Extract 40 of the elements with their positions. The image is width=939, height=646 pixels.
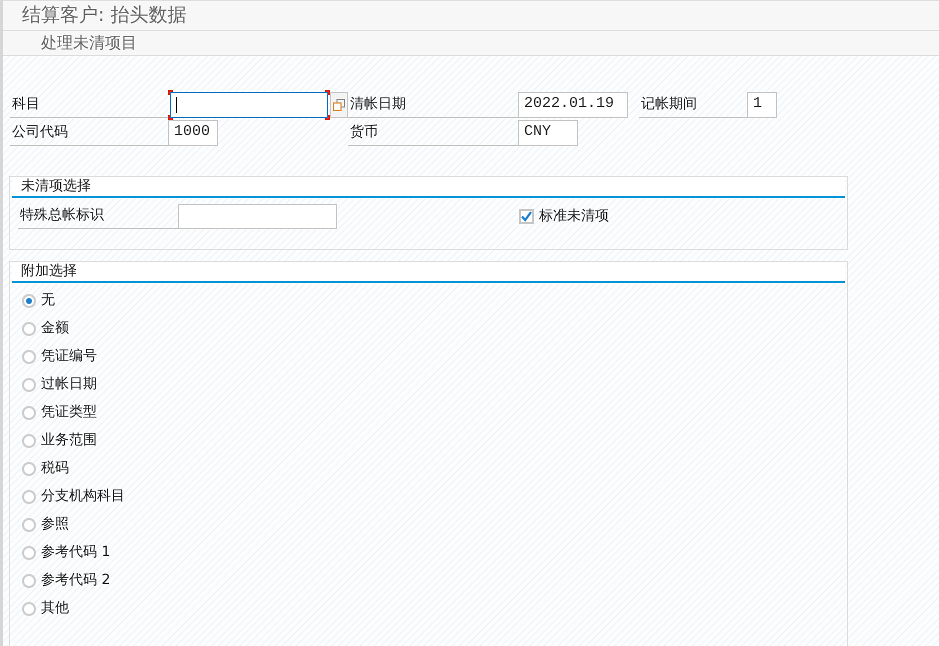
radio-button[interactable] (22, 574, 36, 588)
radio-label: 金额 (41, 319, 69, 338)
radio-button[interactable] (22, 294, 36, 308)
radio-button[interactable] (22, 434, 36, 448)
radio-label: 其他 (41, 599, 69, 618)
radio-button[interactable] (22, 518, 36, 532)
text-cursor-icon (176, 96, 177, 112)
squares-icon (333, 98, 345, 110)
toolbar-button[interactable]: 处理未清项目 (41, 30, 137, 54)
input-field[interactable] (168, 90, 330, 120)
input-field[interactable]: CNY (518, 120, 578, 146)
radio-button[interactable] (22, 322, 36, 336)
section-header: 附加选择 (12, 262, 845, 282)
page-title: 结算客户: 抬头数据 (22, 3, 186, 28)
radio-button[interactable] (22, 406, 36, 420)
radio-button[interactable] (22, 546, 36, 560)
radio-button[interactable] (22, 602, 36, 616)
radio-label: 参照 (41, 515, 69, 534)
input-field[interactable]: 1000 (168, 120, 218, 146)
radio-label: 分支机构科目 (41, 487, 125, 506)
radio-label: 参考代码 2 (41, 571, 110, 590)
radio-label: 凭证编号 (41, 347, 97, 366)
checkbox[interactable] (519, 208, 534, 224)
radio-label: 无 (41, 291, 55, 310)
radio-button[interactable] (22, 350, 36, 364)
radio-label: 税码 (41, 459, 69, 478)
radio-label: 过帐日期 (41, 375, 97, 394)
input-field[interactable]: 2022.01.19 (518, 92, 628, 118)
radio-button[interactable] (22, 378, 36, 392)
input-field[interactable]: 1 (747, 92, 777, 118)
input-field[interactable] (178, 204, 337, 228)
section-header: 未清项选择 (12, 176, 845, 198)
radio-button[interactable] (22, 462, 36, 476)
radio-label: 业务范围 (41, 431, 97, 450)
radio-label: 参考代码 1 (41, 543, 110, 562)
radio-label: 凭证类型 (41, 403, 97, 422)
value-help-button[interactable] (330, 92, 348, 118)
field-label: 科目 (10, 92, 168, 118)
radio-button[interactable] (22, 490, 36, 504)
checkbox-label: 标准未清项 (539, 206, 609, 226)
